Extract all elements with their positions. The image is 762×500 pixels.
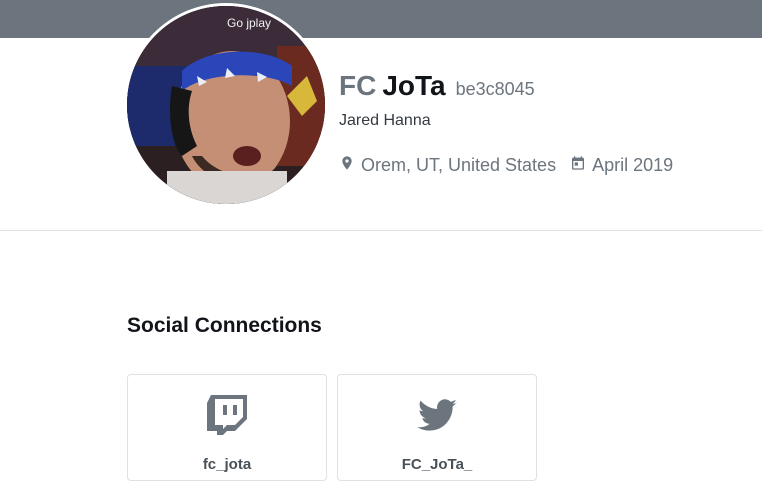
avatar-overlay-text: Go jplay <box>227 16 272 30</box>
section-divider <box>0 230 762 231</box>
profile-banner <box>0 0 762 38</box>
avatar-image <box>127 6 325 204</box>
twitter-handle: FC_JoTa_ <box>401 456 473 473</box>
real-name: Jared Hanna <box>339 112 431 129</box>
social-connections-title: Social Connections <box>127 314 322 337</box>
avatar: Go jplay <box>127 6 325 204</box>
location-text: Orem, UT, United States <box>361 155 557 175</box>
twitter-connection-card[interactable]: FC_JoTa_ <box>337 374 537 481</box>
name-prefix: FC <box>339 70 377 101</box>
location: Orem, UT, United States <box>339 154 556 177</box>
profile-identity: FC JoTa be3c8045 Jared Hanna <box>339 70 535 130</box>
profile-meta: Orem, UT, United States April 2019 <box>339 154 673 177</box>
twitter-icon <box>413 391 461 444</box>
twitch-handle: fc_jota <box>202 456 252 473</box>
calendar-icon <box>570 154 586 177</box>
map-pin-icon <box>339 154 355 177</box>
joined-text: April 2019 <box>592 155 674 175</box>
name-main: JoTa <box>382 70 446 101</box>
joined-date: April 2019 <box>570 154 673 177</box>
twitch-connection-card[interactable]: fc_jota <box>127 374 327 481</box>
profile-hash: be3c8045 <box>455 79 535 99</box>
twitch-icon <box>203 391 251 444</box>
profile-name: FC JoTa be3c8045 <box>339 70 535 102</box>
